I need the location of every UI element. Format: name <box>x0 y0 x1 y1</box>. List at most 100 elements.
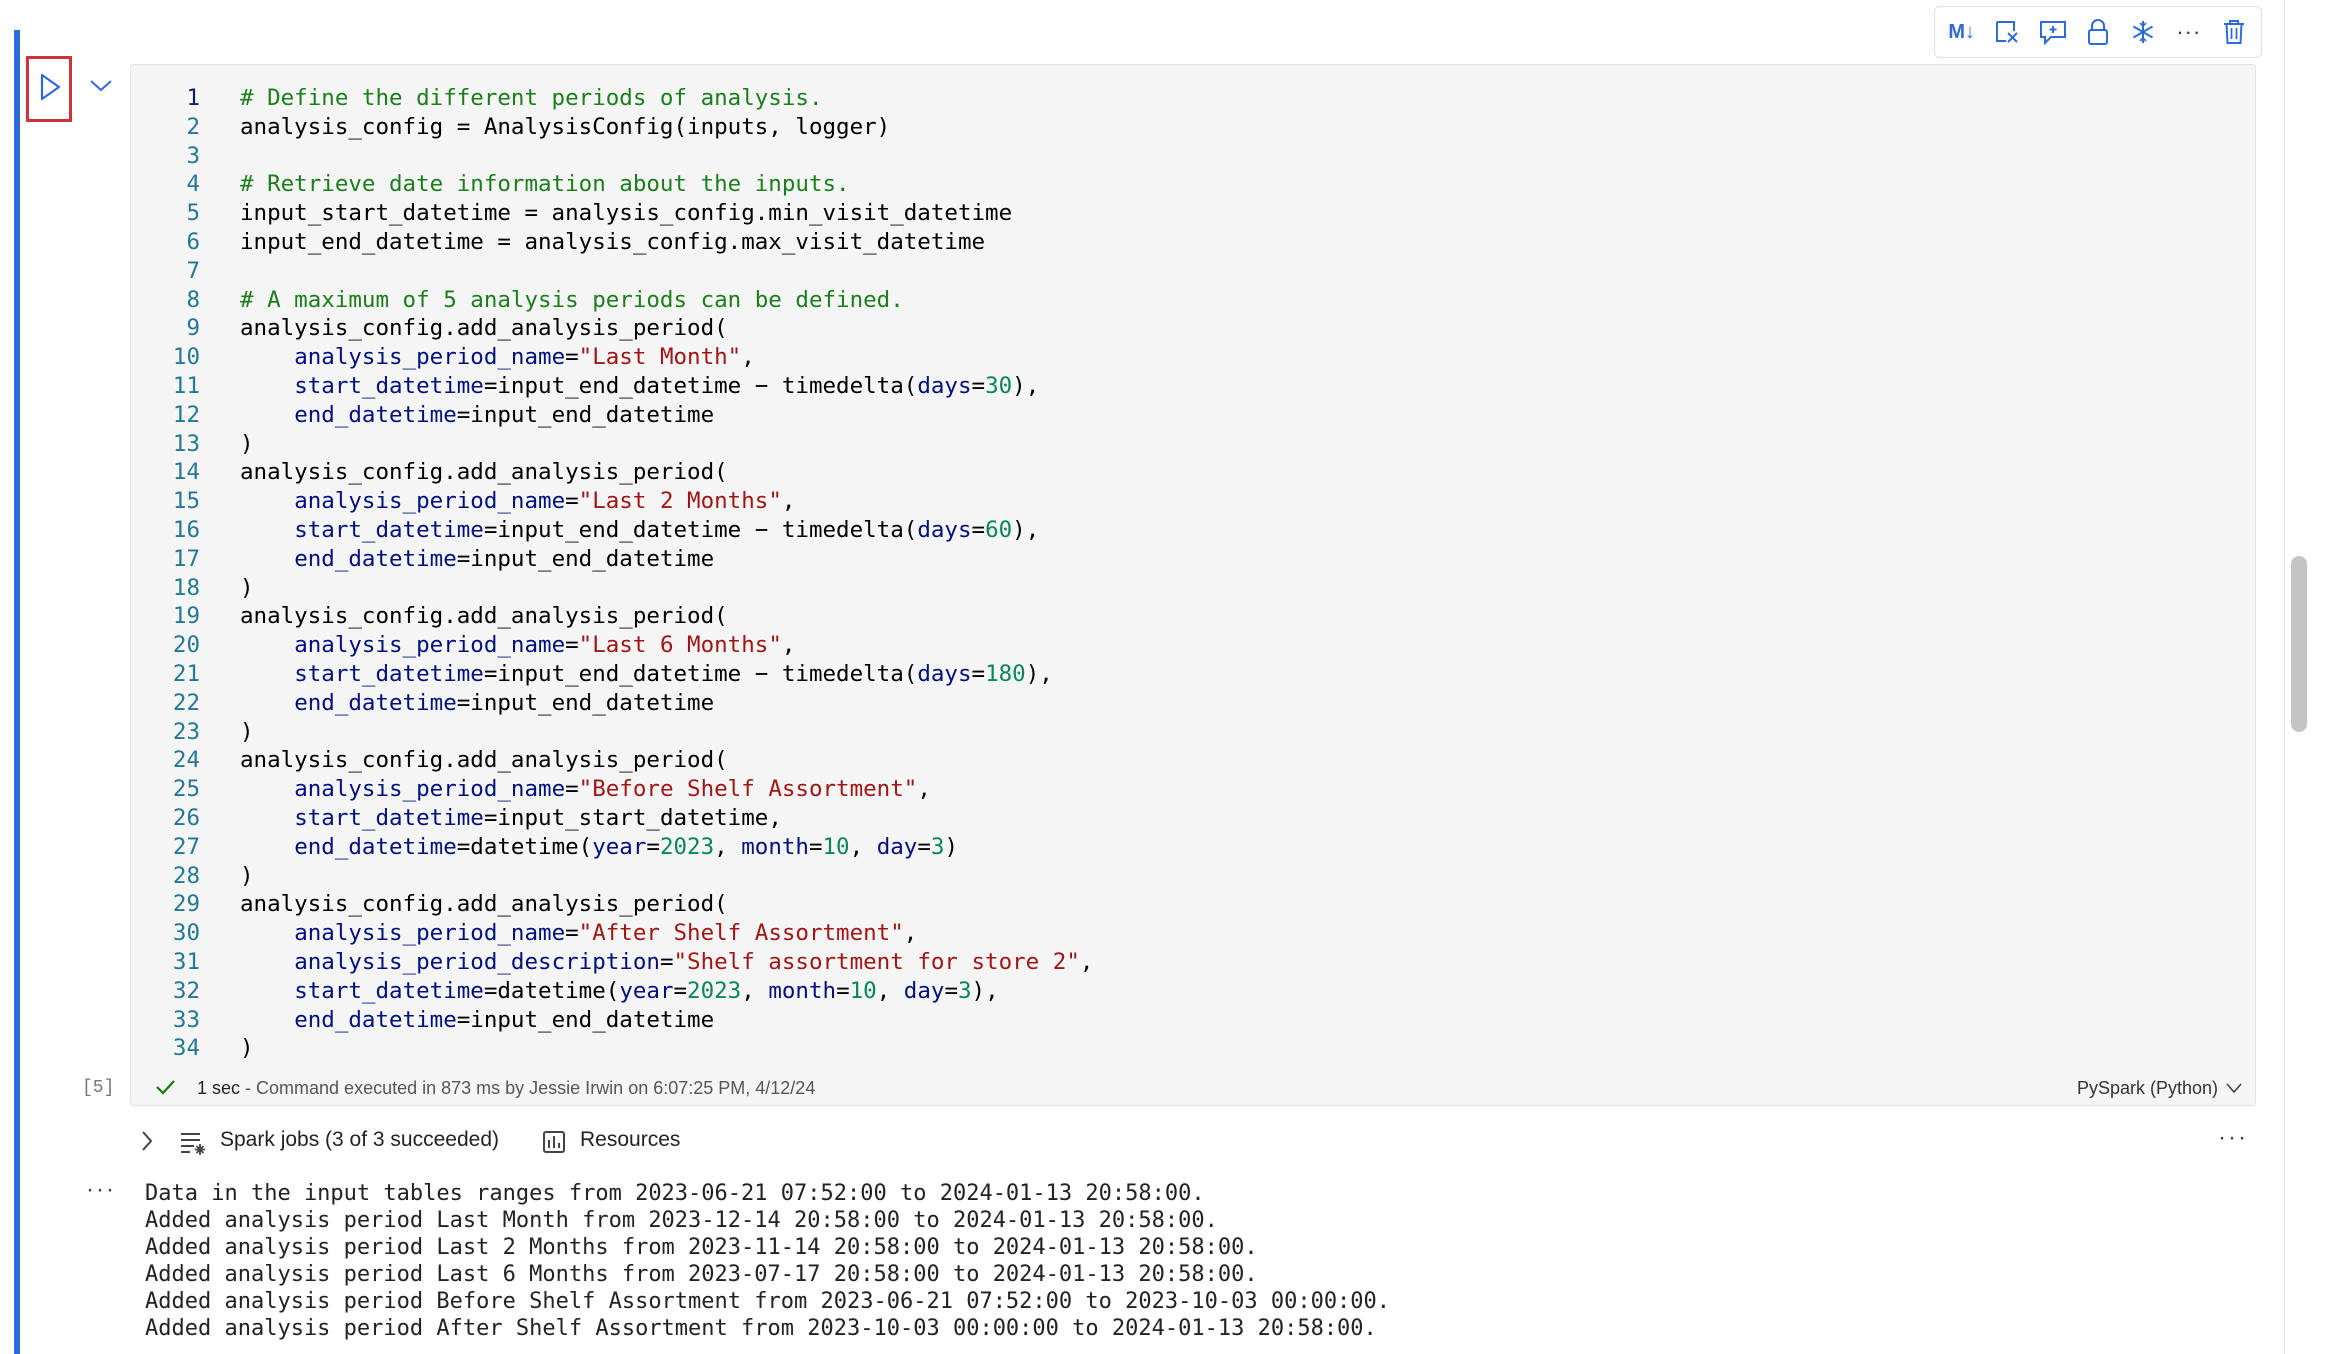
spark-jobs-toggle[interactable]: Spark jobs (3 of 3 succeeded) <box>220 1128 499 1152</box>
run-cell-button[interactable] <box>38 72 62 102</box>
code-text: start_datetime=input_end_datetime − time… <box>240 516 1039 545</box>
collapse-cell-button[interactable] <box>88 76 114 94</box>
code-line[interactable]: 1 # Define the different periods of analy… <box>130 84 1093 113</box>
chevron-right-icon[interactable] <box>140 1130 154 1152</box>
code-token: ), <box>971 977 999 1004</box>
code-line[interactable]: 19 analysis_config.add_analysis_period( <box>130 602 1093 631</box>
code-line[interactable]: 5 input_start_datetime = analysis_config.… <box>130 199 1093 228</box>
code-line[interactable]: 12 end_datetime=input_end_datetime <box>130 401 1093 430</box>
line-number: 34 <box>172 1035 200 1062</box>
code-text: analysis_period_name="After Shelf Assort… <box>240 919 917 948</box>
clear-output-button[interactable] <box>1990 15 2024 49</box>
code-token: analysis_period_name <box>294 488 566 515</box>
code-line[interactable]: 28) <box>130 862 1093 891</box>
chevron-down-icon[interactable] <box>2226 1082 2242 1094</box>
code-editor[interactable]: 1 # Define the different periods of analy… <box>130 84 1094 1063</box>
language-selector[interactable]: PySpark (Python) <box>2077 1078 2218 1099</box>
code-token: = <box>565 776 579 803</box>
code-line[interactable]: 27 end_datetime=datetime(year=2023, mont… <box>130 833 1093 862</box>
code-line[interactable]: 31 analysis_period_description="Shelf as… <box>130 948 1094 977</box>
code-token: = <box>971 516 986 543</box>
code-token: = <box>659 948 674 975</box>
lock-cell-button[interactable] <box>2081 15 2115 49</box>
code-line[interactable]: 30 analysis_period_name="After Shelf Ass… <box>130 919 1093 948</box>
code-text: analysis_config = AnalysisConfig(inputs,… <box>240 113 890 142</box>
code-line[interactable]: 17 end_datetime=input_end_datetime <box>130 545 1093 574</box>
code-line[interactable]: 24 analysis_config.add_analysis_period( <box>130 746 1093 775</box>
line-number: 22 <box>172 689 200 716</box>
code-line[interactable]: 23) <box>130 718 1093 747</box>
code-line[interactable]: 8 # A maximum of 5 analysis periods can b… <box>130 286 1093 315</box>
output-more-icon[interactable]: ··· <box>86 1176 116 1204</box>
code-line[interactable]: 6 input_end_datetime = analysis_config.ma… <box>130 228 1093 257</box>
code-line[interactable]: 22 end_datetime=input_end_datetime <box>130 689 1093 718</box>
line-number: 7 <box>186 257 200 284</box>
code-token: 10 <box>849 977 877 1004</box>
line-number: 19 <box>172 603 200 630</box>
scrollbar-thumb[interactable] <box>2291 556 2307 732</box>
code-line[interactable]: 11 start_datetime=input_end_datetime − t… <box>130 372 1093 401</box>
code-token: start_datetime <box>294 977 484 1004</box>
code-line[interactable]: 18) <box>130 574 1093 603</box>
code-token: ) <box>240 574 254 601</box>
line-number: 20 <box>172 632 200 659</box>
code-token: , <box>781 632 796 659</box>
code-line[interactable]: 29 analysis_config.add_analysis_period( <box>130 890 1093 919</box>
code-line[interactable]: 7 <box>130 257 1093 286</box>
code-token: =input_end_datetime − timedelta( <box>483 660 918 687</box>
code-token: "Last 6 Months" <box>578 632 782 659</box>
more-options-icon[interactable]: ··· <box>2218 1124 2248 1152</box>
snowflake-icon <box>2133 21 2154 43</box>
code-token: 3 <box>957 977 972 1004</box>
trash-icon <box>2224 20 2245 44</box>
code-text: analysis_period_name="Last Month", <box>240 343 755 372</box>
markdown-toggle-button[interactable]: M↓ <box>1945 15 1979 49</box>
code-line[interactable]: 34) <box>130 1034 1093 1063</box>
code-line[interactable]: 13) <box>130 430 1093 459</box>
code-line[interactable]: 9 analysis_config.add_analysis_period( <box>130 314 1093 343</box>
code-line[interactable]: 32 start_datetime=datetime(year=2023, mo… <box>130 977 1093 1006</box>
code-line[interactable]: 15 analysis_period_name="Last 2 Months", <box>130 487 1093 516</box>
code-token: analysis_config.add_analysis_period( <box>240 315 728 342</box>
line-number: 8 <box>186 286 200 313</box>
line-number: 2 <box>186 113 200 140</box>
code-token: end_datetime <box>294 545 457 572</box>
spark-jobs-bar: Spark jobs (3 of 3 succeeded) Resources … <box>130 1124 2256 1160</box>
line-number: 27 <box>172 833 200 860</box>
delete-cell-button[interactable] <box>2217 15 2251 49</box>
code-line[interactable]: 16 start_datetime=input_end_datetime − t… <box>130 516 1093 545</box>
code-line[interactable]: 2 analysis_config = AnalysisConfig(inputs… <box>130 113 1093 142</box>
code-line[interactable]: 3 <box>130 142 1093 171</box>
code-token: month <box>741 833 809 860</box>
code-line[interactable]: 26 start_datetime=input_start_datetime, <box>130 804 1093 833</box>
code-token: = <box>944 977 958 1004</box>
code-token: analysis_period_name <box>294 344 566 371</box>
code-line[interactable]: 10 analysis_period_name="Last Month", <box>130 343 1093 372</box>
chevron-down-icon <box>90 80 112 92</box>
code-token: = <box>565 632 579 659</box>
code-text: end_datetime=datetime(year=2023, month=1… <box>240 833 958 862</box>
code-line[interactable]: 20 analysis_period_name="Last 6 Months", <box>130 631 1093 660</box>
add-comment-button[interactable] <box>2036 15 2070 49</box>
code-token: "Last Month" <box>578 344 742 371</box>
line-number: 12 <box>172 401 200 428</box>
code-line[interactable]: 21 start_datetime=input_end_datetime − t… <box>130 660 1093 689</box>
code-text: analysis_period_name="Before Shelf Assor… <box>240 775 931 804</box>
code-line[interactable]: 4 # Retrieve date information about the i… <box>130 170 1093 199</box>
code-line[interactable]: 25 analysis_period_name="Before Shelf As… <box>130 775 1093 804</box>
code-line[interactable]: 33 end_datetime=input_end_datetime <box>130 1006 1093 1035</box>
resources-button[interactable]: Resources <box>580 1128 680 1152</box>
freeze-cell-button[interactable] <box>2126 15 2160 49</box>
code-line[interactable]: 14 analysis_config.add_analysis_period( <box>130 458 1093 487</box>
code-token: 3 <box>930 833 945 860</box>
more-options-button[interactable]: ··· <box>2172 15 2206 49</box>
code-token: , <box>1079 948 1094 975</box>
line-number: 24 <box>172 747 200 774</box>
code-text: end_datetime=input_end_datetime <box>240 1006 714 1035</box>
line-number: 14 <box>172 459 200 486</box>
line-number: 13 <box>172 430 200 457</box>
